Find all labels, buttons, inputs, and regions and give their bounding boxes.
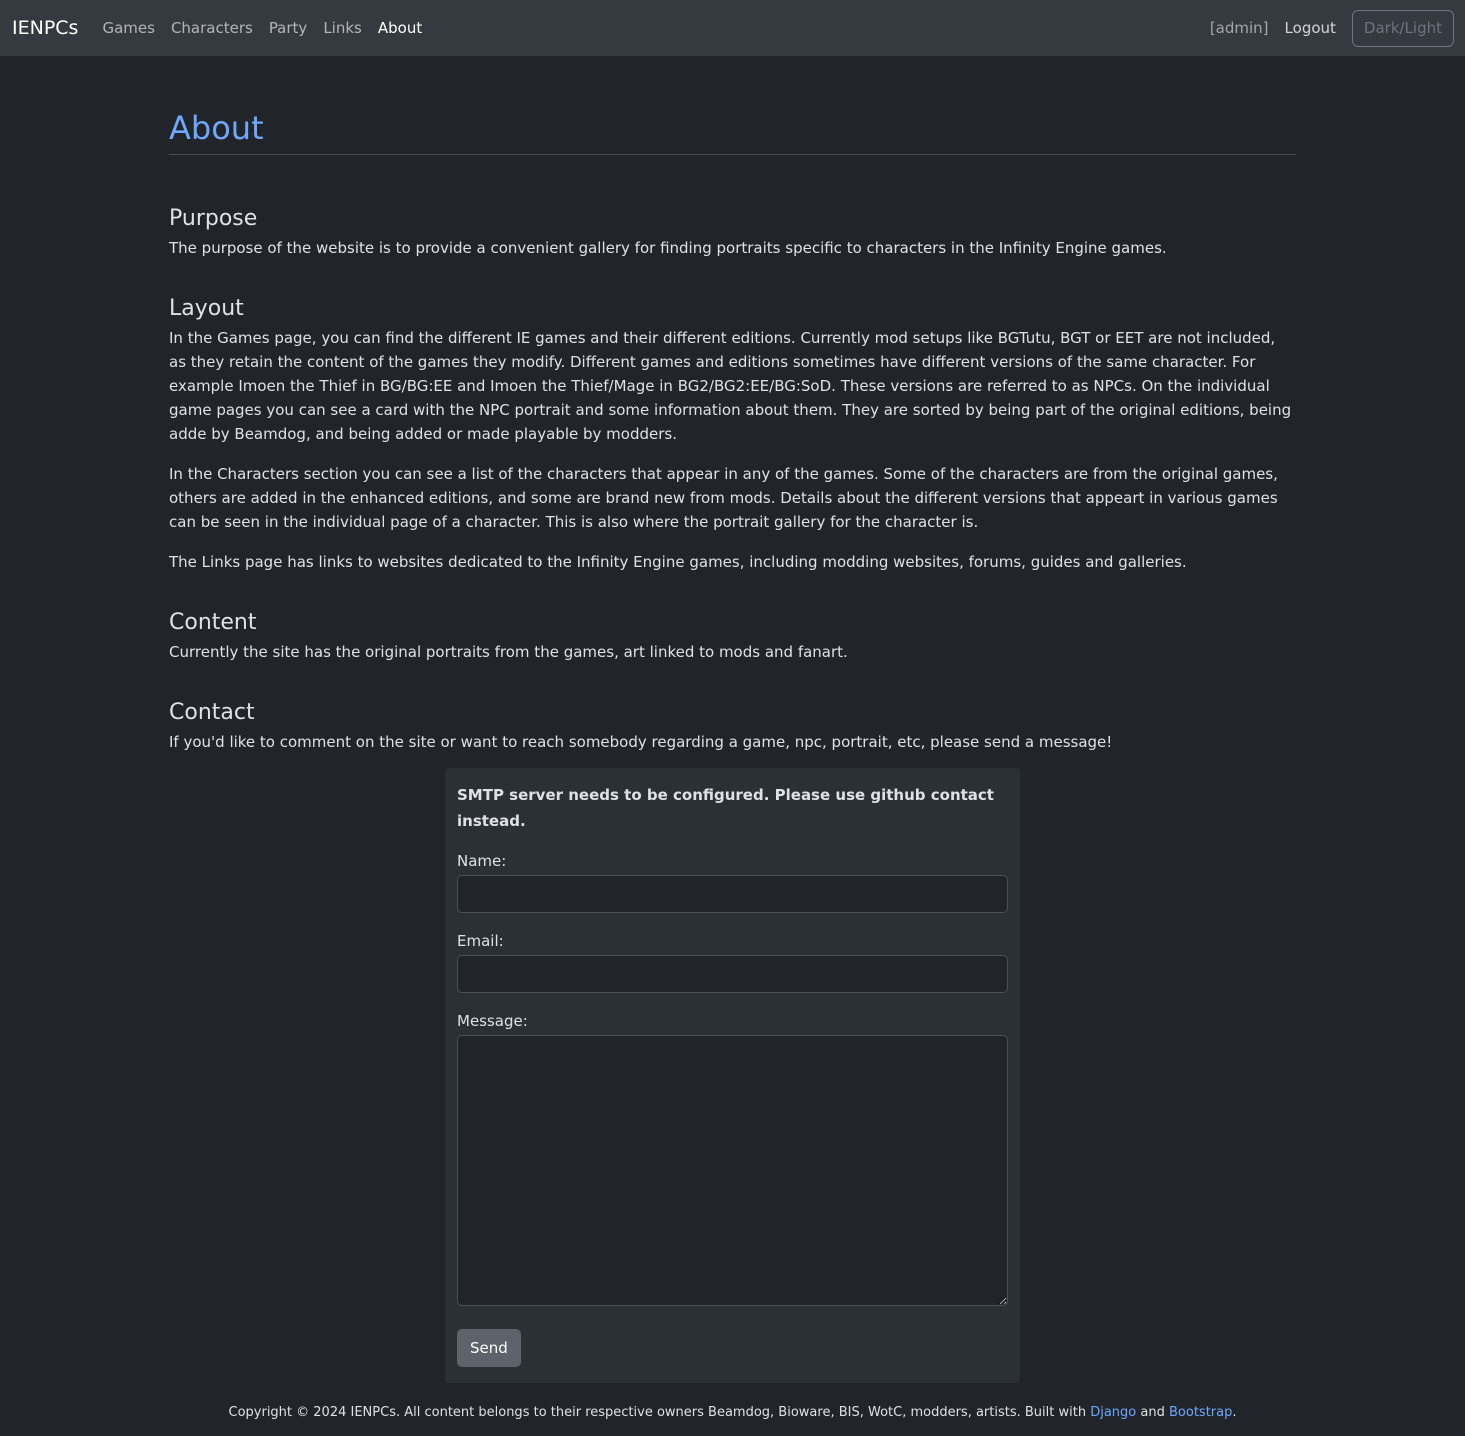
footer-end: . — [1232, 1405, 1237, 1420]
email-label: Email: — [457, 932, 504, 950]
django-link[interactable]: Django — [1090, 1405, 1136, 1420]
nav-link-characters[interactable]: Characters — [163, 16, 261, 40]
send-button[interactable]: Send — [457, 1329, 521, 1367]
page-title: About — [169, 108, 1296, 155]
footer-copyright: Copyright © 2024 IENPCs. All content bel… — [228, 1405, 1091, 1420]
layout-paragraph-games: In the Games page, you can find the diff… — [169, 329, 1292, 443]
content-paragraph: Currently the site has the original port… — [169, 643, 848, 661]
logout-link[interactable]: Logout — [1285, 16, 1336, 40]
name-input[interactable] — [457, 875, 1008, 913]
bootstrap-link[interactable]: Bootstrap — [1169, 1405, 1232, 1420]
email-input[interactable] — [457, 955, 1008, 993]
theme-toggle-button[interactable]: Dark/Light — [1351, 9, 1454, 47]
smtp-warning: SMTP server needs to be configured. Plea… — [457, 786, 994, 830]
nav-links: Games Characters Party Links About — [94, 16, 430, 40]
navbar: IENPCs Games Characters Party Links Abou… — [0, 0, 1465, 56]
section-heading-contact: Contact — [169, 700, 255, 725]
nav-link-games[interactable]: Games — [94, 16, 162, 40]
nav-right: [admin] Logout Dark/Light — [1209, 9, 1454, 47]
layout-paragraph-links: The Links page has links to websites ded… — [169, 553, 1187, 571]
section-purpose: Purpose The purpose of the website is to… — [169, 204, 1296, 260]
nav-link-about[interactable]: About — [370, 16, 430, 40]
purpose-paragraph: The purpose of the website is to provide… — [169, 239, 1167, 257]
section-heading-layout: Layout — [169, 296, 244, 321]
message-textarea[interactable] — [457, 1035, 1008, 1306]
name-label: Name: — [457, 852, 507, 870]
section-heading-purpose: Purpose — [169, 206, 258, 231]
nav-link-party[interactable]: Party — [261, 16, 316, 40]
main-content: About Purpose The purpose of the website… — [169, 56, 1296, 1425]
nav-link-links[interactable]: Links — [315, 16, 370, 40]
contact-form: SMTP server needs to be configured. Plea… — [445, 768, 1020, 1383]
contact-paragraph: If you'd like to comment on the site or … — [169, 733, 1113, 751]
admin-badge: [admin] — [1209, 19, 1269, 37]
section-layout: Layout In the Games page, you can find t… — [169, 294, 1296, 574]
footer-and: and — [1136, 1405, 1169, 1420]
footer: Copyright © 2024 IENPCs. All content bel… — [169, 1401, 1296, 1425]
message-label: Message: — [457, 1012, 528, 1030]
brand-link[interactable]: IENPCs — [12, 16, 78, 40]
section-heading-content: Content — [169, 610, 257, 635]
layout-paragraph-characters: In the Characters section you can see a … — [169, 465, 1278, 531]
section-contact: Contact If you'd like to comment on the … — [169, 698, 1296, 754]
section-content: Content Currently the site has the origi… — [169, 608, 1296, 664]
